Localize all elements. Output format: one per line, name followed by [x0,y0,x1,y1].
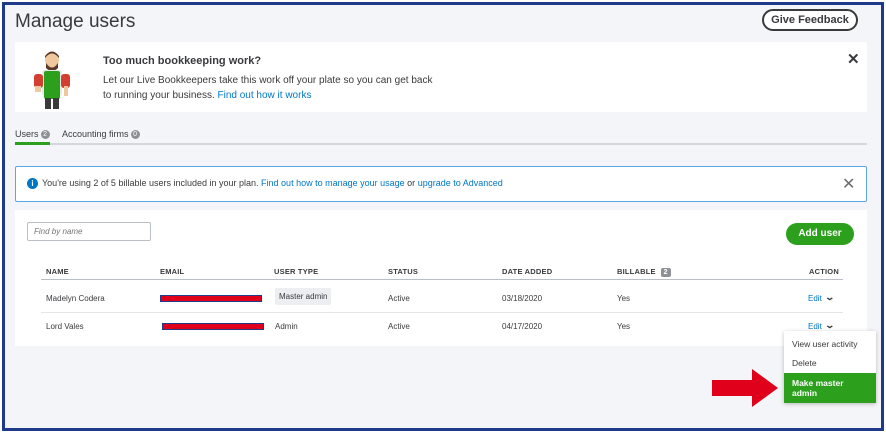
menu-item-make-master-admin-line2: admin [792,388,818,398]
tab-bar: Users 2 Accounting firms 0 [15,129,867,145]
tab-accounting-firms-count: 0 [130,130,140,140]
edit-link[interactable]: Edit [808,294,822,303]
chevron-down-icon[interactable]: ⌄ [824,292,835,303]
billable-count-badge: 2 [660,268,671,277]
banner-text: Let our Live Bookkeepers take this work … [103,73,453,103]
chevron-down-icon[interactable]: ⌄ [824,320,835,331]
column-header-billable[interactable]: BILLABLE 2 [617,267,671,277]
user-type-badge: Master admin [275,288,332,305]
users-table-card: Add user NAME EMAIL USER TYPE STATUS DAT… [15,210,867,346]
give-feedback-button[interactable]: Give Feedback [762,9,858,31]
user-status: Active [388,294,410,303]
menu-item-view-user-activity[interactable]: View user activity [784,339,876,349]
usage-info-text: You're using 2 of 5 billable users inclu… [42,178,503,188]
promo-banner: Too much bookkeeping work? Let our Live … [15,42,867,112]
user-billable: Yes [617,294,631,303]
row-divider [41,312,843,313]
user-name: Madelyn Codera [46,294,105,303]
find-out-how-link[interactable]: Find out how it works [218,90,312,101]
close-icon[interactable]: ✕ [847,50,860,68]
user-status: Active [388,322,410,331]
user-date-added: 04/17/2020 [502,322,543,331]
menu-item-make-master-admin[interactable]: Make master admin [784,373,876,403]
column-header-date-added[interactable]: DATE ADDED [502,267,552,276]
tab-accounting-firms-label: Accounting firms [62,129,129,139]
red-arrow-annotation [712,369,778,407]
redacted-email [162,323,264,330]
column-header-action: ACTION [809,267,839,276]
add-user-button[interactable]: Add user [786,223,854,245]
close-icon[interactable]: ✕ [842,174,855,194]
tab-users-label: Users [15,129,39,139]
upgrade-link[interactable]: upgrade to Advanced [418,178,503,188]
user-billable: Yes [617,322,631,331]
banner-text-line1: Let our Live Bookkeepers take this work … [103,75,433,86]
billable-label: BILLABLE [617,267,656,276]
page-title: Manage users [15,11,136,32]
usage-message: You're using 2 of 5 billable users inclu… [42,178,259,188]
table-header-divider [41,279,843,280]
edit-link[interactable]: Edit [808,322,822,331]
screenshot-frame: Manage users Give Feedback Too much book… [2,2,884,431]
banner-title: Too much bookkeeping work? [103,55,262,67]
user-name: Lord Vales [46,322,84,331]
info-icon: i [27,178,38,189]
column-header-email[interactable]: EMAIL [160,267,184,276]
menu-item-make-master-admin-line1: Make master [792,378,844,388]
tab-users-count: 2 [40,130,50,140]
action-dropdown-menu: View user activity Delete Make master ad… [784,331,876,403]
search-input[interactable] [27,222,151,241]
usage-info-bar: i You're using 2 of 5 billable users inc… [15,166,867,202]
tab-users[interactable]: Users 2 [15,129,50,145]
menu-item-delete[interactable]: Delete [784,358,876,368]
banner-text-line2: to running your business. [103,90,215,101]
column-header-status[interactable]: STATUS [388,267,418,276]
redacted-email [160,295,262,302]
column-header-user-type[interactable]: USER TYPE [274,267,318,276]
manage-usage-link[interactable]: Find out how to manage your usage [261,178,405,188]
bookkeeper-illustration [34,51,70,109]
usage-connector: or [407,178,416,188]
tab-accounting-firms[interactable]: Accounting firms 0 [62,129,140,143]
column-header-name[interactable]: NAME [46,267,69,276]
user-type: Admin [275,322,298,331]
user-date-added: 03/18/2020 [502,294,543,303]
